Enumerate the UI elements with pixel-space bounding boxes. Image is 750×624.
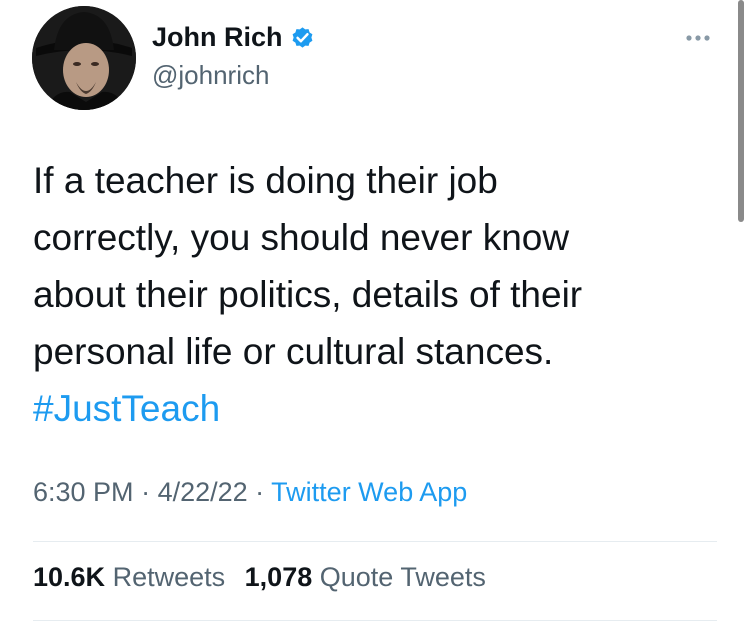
- hashtag-link[interactable]: #JustTeach: [33, 380, 723, 437]
- scrollbar[interactable]: [738, 0, 744, 222]
- tweet-source-link[interactable]: Twitter Web App: [271, 477, 467, 507]
- tweet-text-line: about their politics, details of their: [33, 274, 583, 315]
- author-display-name[interactable]: John Rich: [152, 22, 283, 53]
- more-options-icon[interactable]: [683, 26, 713, 50]
- avatar-image: [32, 6, 136, 110]
- quote-tweets-label: Quote Tweets: [319, 562, 486, 592]
- verified-badge-icon: [289, 24, 316, 51]
- tweet-text-line: personal life or cultural stances.: [33, 331, 554, 372]
- tweet-date[interactable]: 4/22/22: [158, 477, 248, 507]
- tweet-text-line: If a teacher is doing their job: [33, 160, 498, 201]
- tweet-text-line: correctly, you should never know: [33, 217, 570, 258]
- divider: [33, 620, 717, 621]
- quote-tweets-stat[interactable]: 1,078 Quote Tweets: [245, 562, 486, 592]
- meta-separator: ·: [247, 477, 272, 507]
- divider: [33, 541, 717, 542]
- tweet-stats: 10.6K Retweets 1,078 Quote Tweets: [33, 562, 498, 593]
- tweet-text: If a teacher is doing their job correctl…: [33, 152, 723, 437]
- tweet-card: John Rich @johnrich If a teacher is doin…: [0, 0, 750, 624]
- retweets-label: Retweets: [112, 562, 226, 592]
- retweets-stat[interactable]: 10.6K Retweets: [33, 562, 225, 592]
- retweets-count: 10.6K: [33, 562, 106, 592]
- avatar[interactable]: [32, 6, 136, 110]
- tweet-meta: 6:30 PM · 4/22/22 · Twitter Web App: [33, 477, 467, 508]
- author-name-row[interactable]: John Rich: [152, 22, 316, 53]
- tweet-time[interactable]: 6:30 PM: [33, 477, 134, 507]
- author-handle[interactable]: @johnrich: [152, 60, 269, 91]
- quote-tweets-count: 1,078: [244, 562, 313, 592]
- meta-separator: ·: [133, 477, 158, 507]
